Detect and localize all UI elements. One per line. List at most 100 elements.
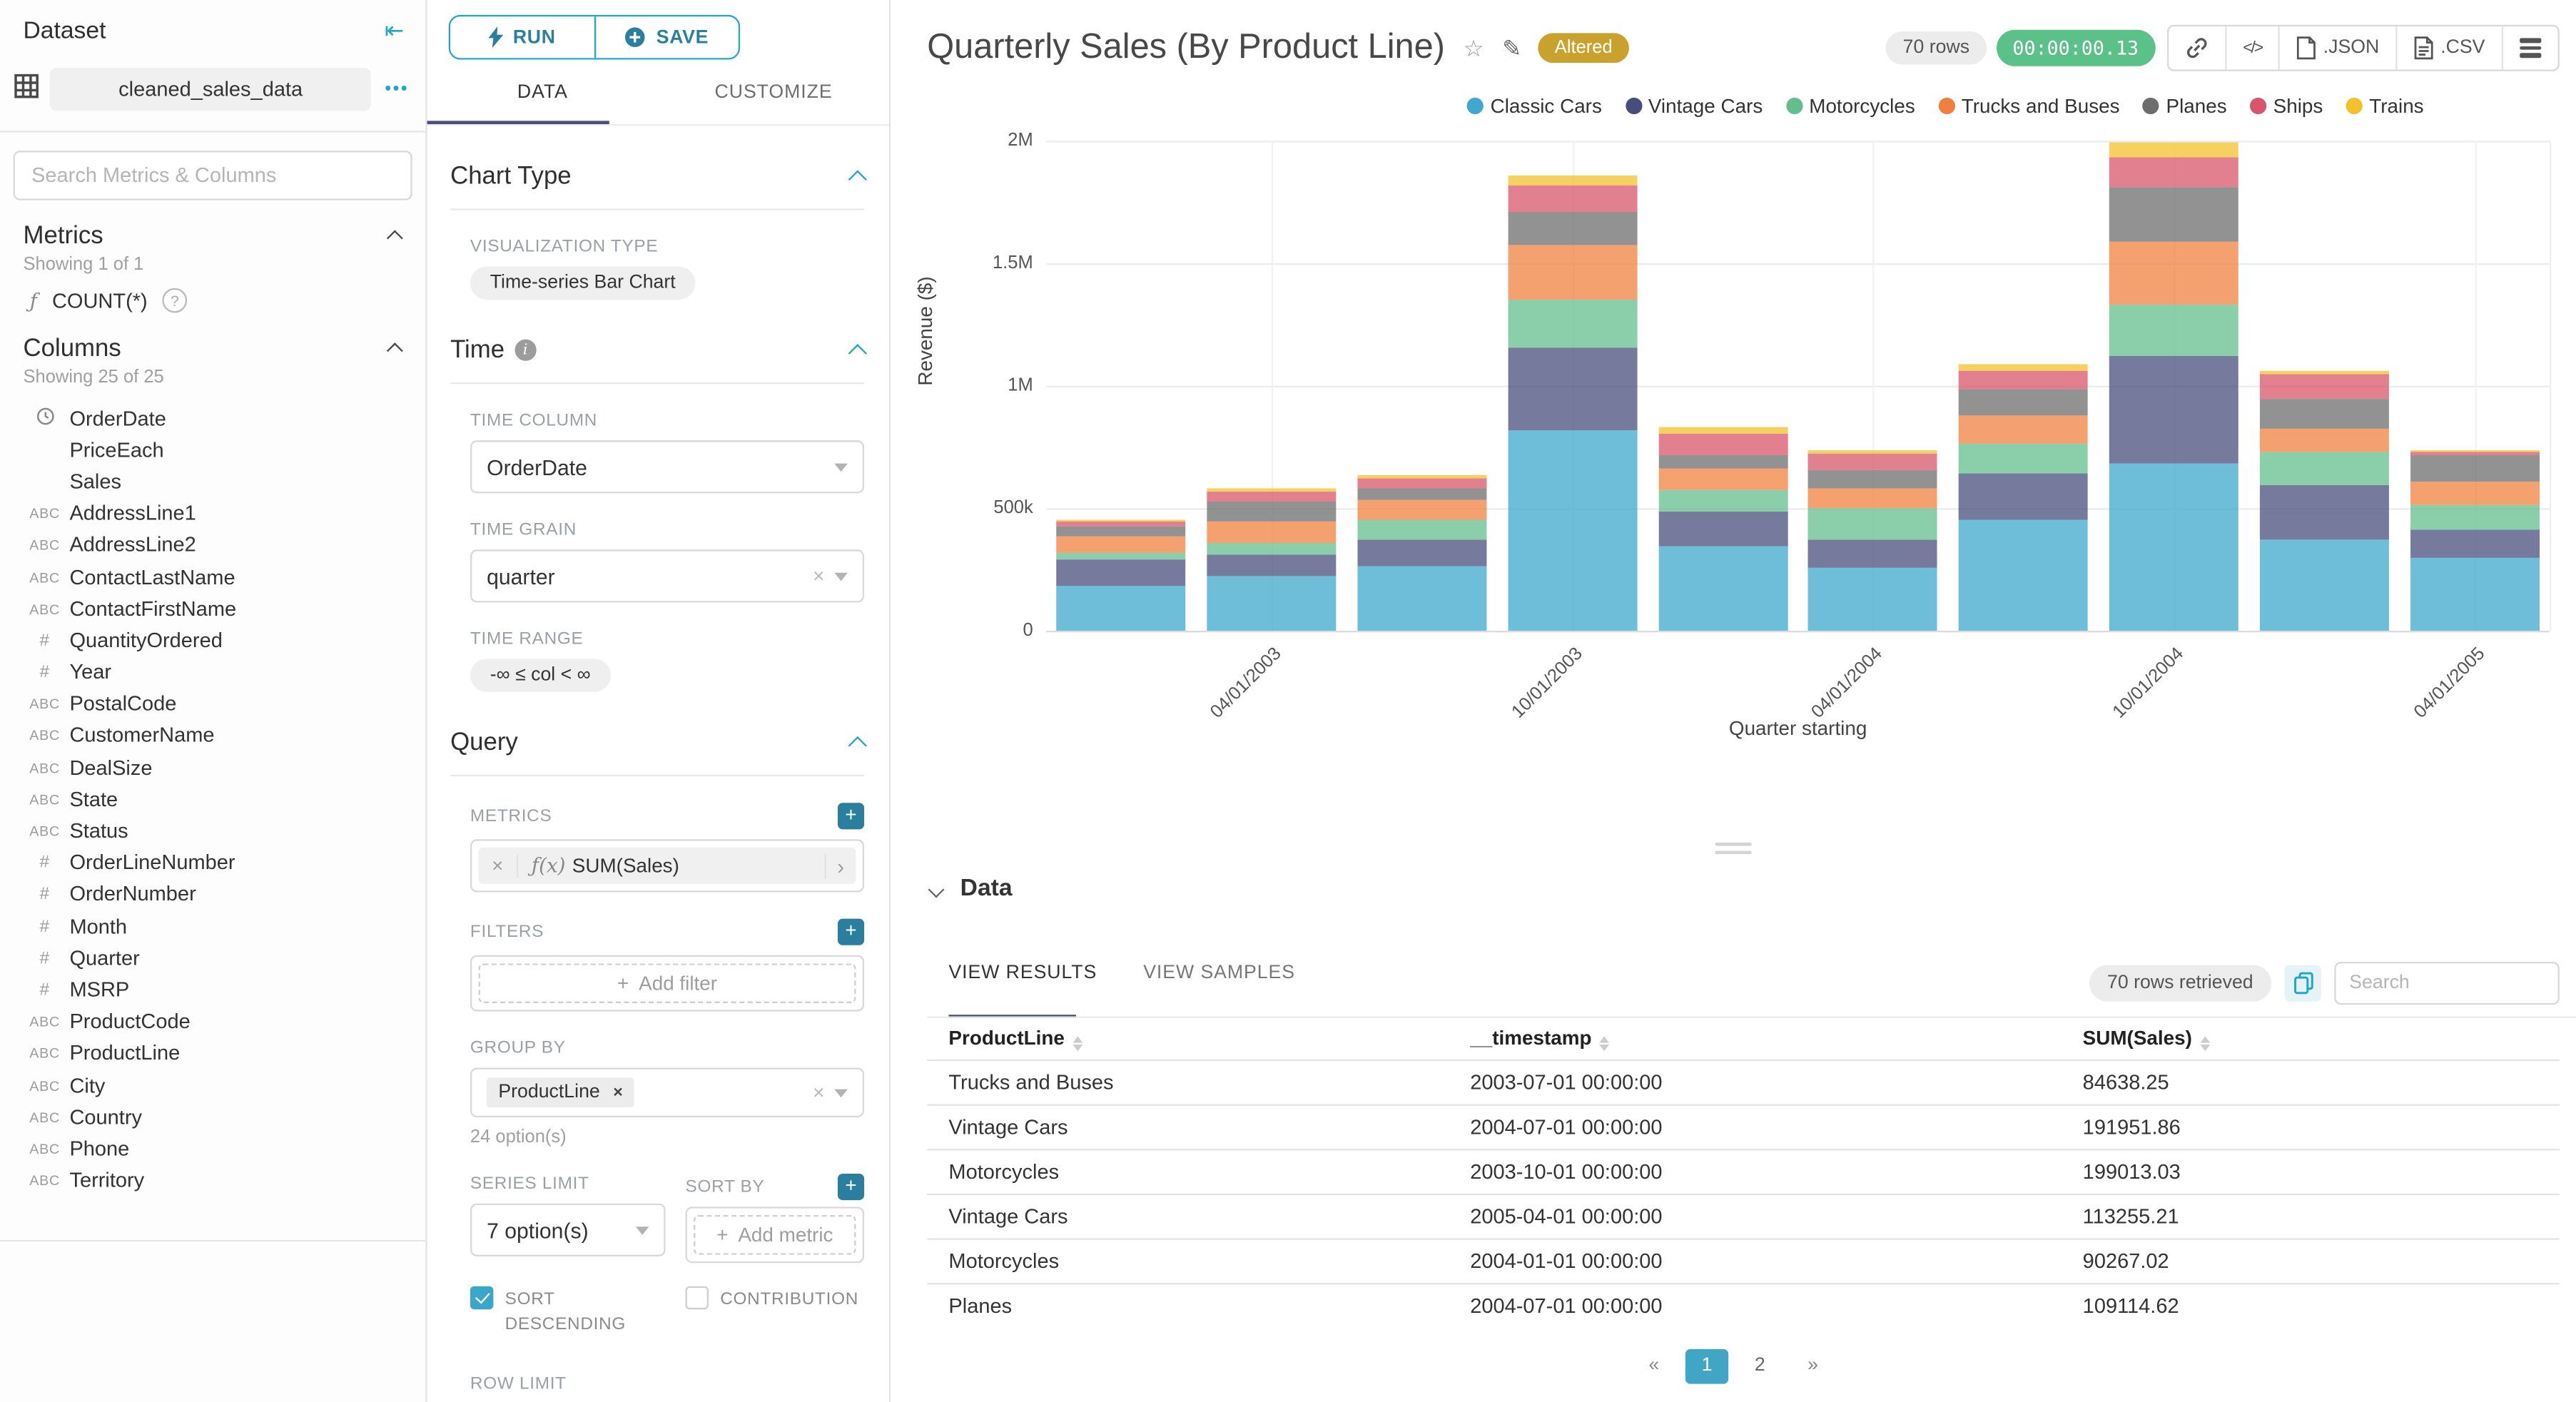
data-section-toggle[interactable]: Data [891,875,2576,902]
results-search-input[interactable] [2334,961,2560,1005]
panel-resize-handle[interactable] [1715,838,1752,859]
altered-badge[interactable]: Altered [1538,33,1629,64]
legend-item[interactable]: Trucks and Buses [1938,94,2120,118]
chevron-right-icon[interactable]: › [823,853,856,878]
column-item[interactable]: # MSRP [0,974,425,1006]
table-row[interactable]: Vintage Cars 2004-07-01 00:00:00 191951.86 [927,1104,2560,1149]
column-item[interactable]: ABC Status [0,816,425,848]
column-item[interactable]: ABC Territory [0,1164,425,1197]
column-item[interactable]: # Month [0,910,425,943]
time-column-select[interactable]: OrderDate [470,440,865,494]
sort-descending-checkbox[interactable] [470,1286,494,1310]
column-item[interactable]: ABC Phone [0,1133,425,1165]
column-item[interactable]: # Quarter [0,943,425,975]
column-item[interactable]: ABC DealSize [0,751,425,783]
table-row[interactable]: Vintage Cars 2005-04-01 00:00:00 113255.21 [927,1193,2560,1239]
legend-item[interactable]: Planes [2143,94,2227,118]
column-item[interactable]: OrderDate [0,402,425,435]
stacked-bar[interactable] [2410,449,2540,631]
table-row[interactable]: Planes 2004-07-01 00:00:00 109114.62 [927,1283,2560,1328]
chart-menu-button[interactable] [2501,26,2558,70]
share-link-button[interactable] [2168,26,2225,70]
column-item[interactable]: ABC AddressLine1 [0,497,425,529]
sort-icon[interactable] [2200,1035,2211,1052]
metrics-columns-search-input[interactable] [13,151,412,200]
stacked-bar[interactable] [1357,474,1487,631]
stacked-bar[interactable] [1808,450,1938,631]
legend-item[interactable]: Ships [2250,94,2323,118]
legend-item[interactable]: Classic Cars [1467,94,1602,118]
tab-data[interactable]: DATA [427,83,659,124]
add-sort-metric-button[interactable]: + [837,1173,865,1201]
section-collapse-icon[interactable] [848,169,867,188]
visualization-type-value[interactable]: Time-series Bar Chart [470,266,696,300]
run-button[interactable]: RUN [450,16,594,59]
stacked-bar[interactable] [1959,365,2089,631]
column-header[interactable]: SUM(Sales) [2083,1026,2560,1052]
collapse-sidebar-icon[interactable]: ⇤ [385,16,404,44]
column-item[interactable]: # OrderNumber [0,879,425,911]
legend-item[interactable]: Vintage Cars [1625,94,1763,118]
column-item[interactable]: ABC PostalCode [0,688,425,720]
column-item[interactable]: ABC ProductLine [0,1037,425,1070]
stacked-bar[interactable] [1057,520,1187,631]
section-collapse-icon[interactable] [848,342,867,362]
pagination-page[interactable]: 2 [1738,1349,1781,1384]
column-item[interactable]: ABC City [0,1070,425,1102]
embed-code-button[interactable]: </> [2224,26,2279,70]
group-by-select[interactable]: ProductLine × × [470,1067,865,1118]
stacked-bar[interactable] [1508,176,1638,631]
edit-title-icon[interactable]: ✎ [1502,34,1521,62]
export-csv-button[interactable]: .CSV [2395,26,2502,70]
tab-view-results[interactable]: VIEW RESULTS [948,963,1097,998]
stacked-bar[interactable] [2259,370,2389,631]
copy-results-button[interactable] [2284,965,2321,1002]
table-row[interactable]: Trucks and Buses 2003-07-01 00:00:00 84638… [927,1059,2560,1104]
column-header[interactable]: __timestamp [1470,1026,2082,1052]
tab-customize[interactable]: CUSTOMIZE [658,83,889,124]
columns-collapse-icon[interactable] [386,342,403,360]
legend-item[interactable]: Motorcycles [1785,94,1915,118]
column-item[interactable]: ABC ProductCode [0,1006,425,1038]
dataset-name[interactable]: cleaned_sales_data [49,68,372,111]
group-by-tag[interactable]: ProductLine × [487,1077,635,1108]
column-item[interactable]: ABC State [0,783,425,816]
column-item[interactable]: ABC AddressLine2 [0,529,425,562]
remove-metric-icon[interactable]: × [479,854,519,878]
stacked-bar[interactable] [2109,143,2238,631]
table-row[interactable]: Motorcycles 2003-10-01 00:00:00 199013.03 [927,1149,2560,1194]
dataset-menu-icon[interactable]: ••• [382,79,412,99]
add-metric-button[interactable]: + [837,803,865,830]
section-collapse-icon[interactable] [848,735,867,754]
column-item[interactable]: # Year [0,656,425,689]
table-row[interactable]: Motorcycles 2004-01-01 00:00:00 90267.02 [927,1238,2560,1283]
export-json-button[interactable]: .JSON [2278,26,2396,70]
sort-icon[interactable] [1600,1035,1611,1052]
pagination-page[interactable]: 1 [1685,1348,1729,1384]
add-filter-button[interactable]: + [837,918,865,945]
time-grain-select[interactable]: quarter × [470,549,865,603]
column-item[interactable]: ABC ContactLastName [0,561,425,593]
remove-tag-icon[interactable]: × [613,1084,623,1102]
pagination-next[interactable]: » [1791,1349,1834,1384]
sort-icon[interactable] [1073,1035,1083,1052]
column-item[interactable]: # QuantityOrdered [0,624,425,656]
stacked-bar[interactable] [1658,427,1788,631]
save-button[interactable]: SAVE [593,16,739,59]
add-sort-metric-dropzone[interactable]: + Add metric [694,1214,856,1255]
tab-view-samples[interactable]: VIEW SAMPLES [1143,963,1295,998]
clear-icon[interactable]: × [813,566,824,586]
column-header[interactable]: ProductLine [927,1026,1470,1052]
stacked-bar[interactable] [1207,488,1337,631]
time-range-value[interactable]: -∞ ≤ col < ∞ [470,659,611,692]
legend-item[interactable]: Trains [2346,94,2424,118]
metrics-collapse-icon[interactable] [386,230,403,247]
contribution-checkbox[interactable] [685,1286,709,1310]
column-item[interactable]: ABC Country [0,1101,425,1133]
series-limit-select[interactable]: 7 option(s) [470,1203,666,1256]
add-filter-dropzone[interactable]: + Add filter [478,963,856,1003]
favorite-star-icon[interactable]: ☆ [1463,34,1484,62]
metric-item-count[interactable]: ƒ COUNT(*) ? [0,275,425,313]
column-item[interactable]: PriceEach [0,434,425,466]
pagination-prev[interactable]: « [1633,1349,1675,1384]
